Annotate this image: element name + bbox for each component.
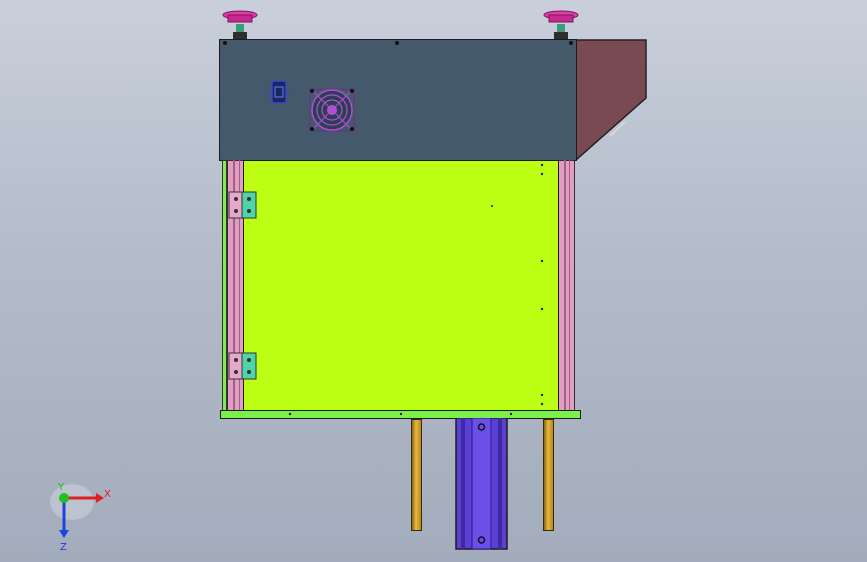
- x-axis-arrow-icon: [96, 493, 104, 503]
- support-rod-left[interactable]: [411, 419, 422, 531]
- y-axis-dot-icon: [59, 493, 69, 503]
- slanted-cover[interactable]: [570, 38, 652, 164]
- leveling-foot-left[interactable]: [220, 10, 260, 42]
- power-socket-icon[interactable]: [269, 79, 289, 105]
- y-axis-label: Y: [57, 482, 65, 493]
- z-axis-label: Z: [60, 542, 67, 553]
- support-rod-right[interactable]: [543, 419, 554, 531]
- hinge-upper[interactable]: [228, 191, 258, 219]
- cooling-fan-icon[interactable]: [306, 85, 358, 135]
- linear-actuator[interactable]: [455, 418, 508, 550]
- z-axis-arrow-icon: [59, 530, 69, 538]
- graphics-viewport[interactable]: [0, 0, 867, 562]
- x-axis-label: X: [104, 489, 111, 500]
- side-rail-right[interactable]: [558, 160, 575, 412]
- hinge-lower[interactable]: [228, 352, 258, 380]
- base-plate-screws: [288, 412, 513, 416]
- door-panel-screws: [491, 163, 544, 406]
- coordinate-triad: X Y Z: [50, 482, 111, 553]
- side-rail-right-groove-2: [569, 160, 570, 412]
- side-rail-right-groove: [564, 160, 566, 412]
